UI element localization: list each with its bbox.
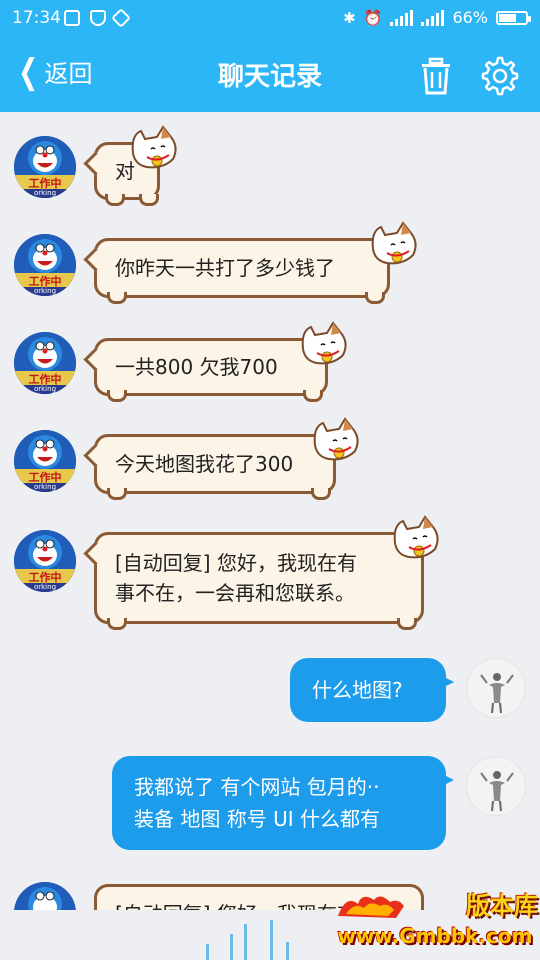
nav-bar: ❮ 返回 聊天记录 (0, 38, 540, 112)
avatar[interactable] (14, 882, 76, 910)
message-text: 今天地图我花了300 (115, 452, 294, 476)
bluetooth-icon: ✱ (343, 8, 356, 27)
page-title: 聊天记录 (217, 62, 322, 92)
message-text-line1: [自动回复] 您好，我现在有 (115, 551, 357, 575)
avatar-subtext: orking (33, 483, 57, 491)
message-bubble-right[interactable]: 我都说了 有个网站 包月的·· 装备 地图 称号 UI 什么都有 (112, 756, 454, 850)
signal-icon-2 (421, 9, 445, 26)
watermark-url: www.Gmbbk.com (337, 924, 533, 948)
chat-history[interactable]: 工作中 orking 对 工作中 orking 你昨天一共打了多少钱了 工作中 … (0, 112, 540, 960)
avatar-subtext: orking (33, 583, 57, 591)
gear-icon (481, 56, 519, 96)
message-bubble-left[interactable]: 你昨天一共打了多少钱了 (83, 221, 417, 304)
audio-bars-icon (206, 920, 289, 960)
user-avatar-icon (467, 757, 525, 815)
message-text-line2: 装备 地图 称号 UI 什么都有 (134, 807, 380, 831)
vpn-icon (111, 8, 131, 28)
message-text: [自动回复] 您好，我现在有 (115, 899, 357, 910)
trash-icon (422, 57, 450, 95)
avatar[interactable]: 工作中 orking (14, 136, 76, 198)
message-bubble-left[interactable]: [自动回复] 您好，我现在有 事不在，一会再和您联系。 (83, 515, 439, 630)
lucky-cat-icon (301, 321, 347, 365)
alarm-icon: ⏰ (363, 8, 383, 27)
settings-button[interactable] (478, 54, 522, 98)
message-bubble-right[interactable]: 什么地图? (290, 658, 454, 722)
avatar[interactable]: 工作中 orking (14, 332, 76, 394)
status-bar: 17:34 ✱ ⏰ 66% (0, 0, 540, 38)
message-text: 你昨天一共打了多少钱了 (115, 256, 335, 280)
message-bubble-left[interactable]: 对 (83, 125, 177, 206)
lucky-cat-icon (371, 221, 417, 265)
status-right: ✱ ⏰ 66% (343, 8, 531, 27)
delete-button[interactable] (414, 54, 458, 98)
message-text-line2: 事不在，一会再和您联系。 (115, 581, 355, 605)
status-time: 17:34 (12, 8, 61, 28)
message-text: 什么地图? (312, 678, 403, 702)
lucky-cat-icon (313, 417, 359, 461)
message-bubble-left[interactable]: 今天地图我花了300 (83, 417, 359, 500)
avatar[interactable]: 工作中 orking (14, 430, 76, 492)
doraemon-avatar-icon (14, 882, 76, 910)
message-text: 一共800 欠我700 (115, 355, 278, 379)
avatar[interactable] (466, 756, 526, 816)
shield-icon (90, 10, 106, 26)
watermark: 版本库 www.Gmbbk.com (332, 886, 539, 956)
avatar[interactable]: 工作中 orking (14, 530, 76, 592)
lucky-cat-icon (131, 125, 177, 169)
battery-icon (496, 10, 531, 25)
message-bubble-left[interactable]: 一共800 欠我700 (83, 321, 347, 402)
avatar-subtext: orking (33, 287, 57, 295)
avatar-subtext: orking (33, 189, 57, 197)
avatar[interactable] (466, 658, 526, 718)
avatar-subtext: orking (33, 385, 57, 393)
avatar[interactable]: 工作中 orking (14, 234, 76, 296)
screenshot-icon (64, 10, 80, 26)
user-avatar-icon (467, 659, 525, 717)
lucky-cat-icon (393, 515, 439, 559)
watermark-brand: 版本库 (466, 892, 538, 920)
message-text-line1: 我都说了 有个网站 包月的·· (134, 775, 380, 799)
signal-icon (390, 9, 414, 26)
battery-text: 66% (452, 8, 488, 27)
